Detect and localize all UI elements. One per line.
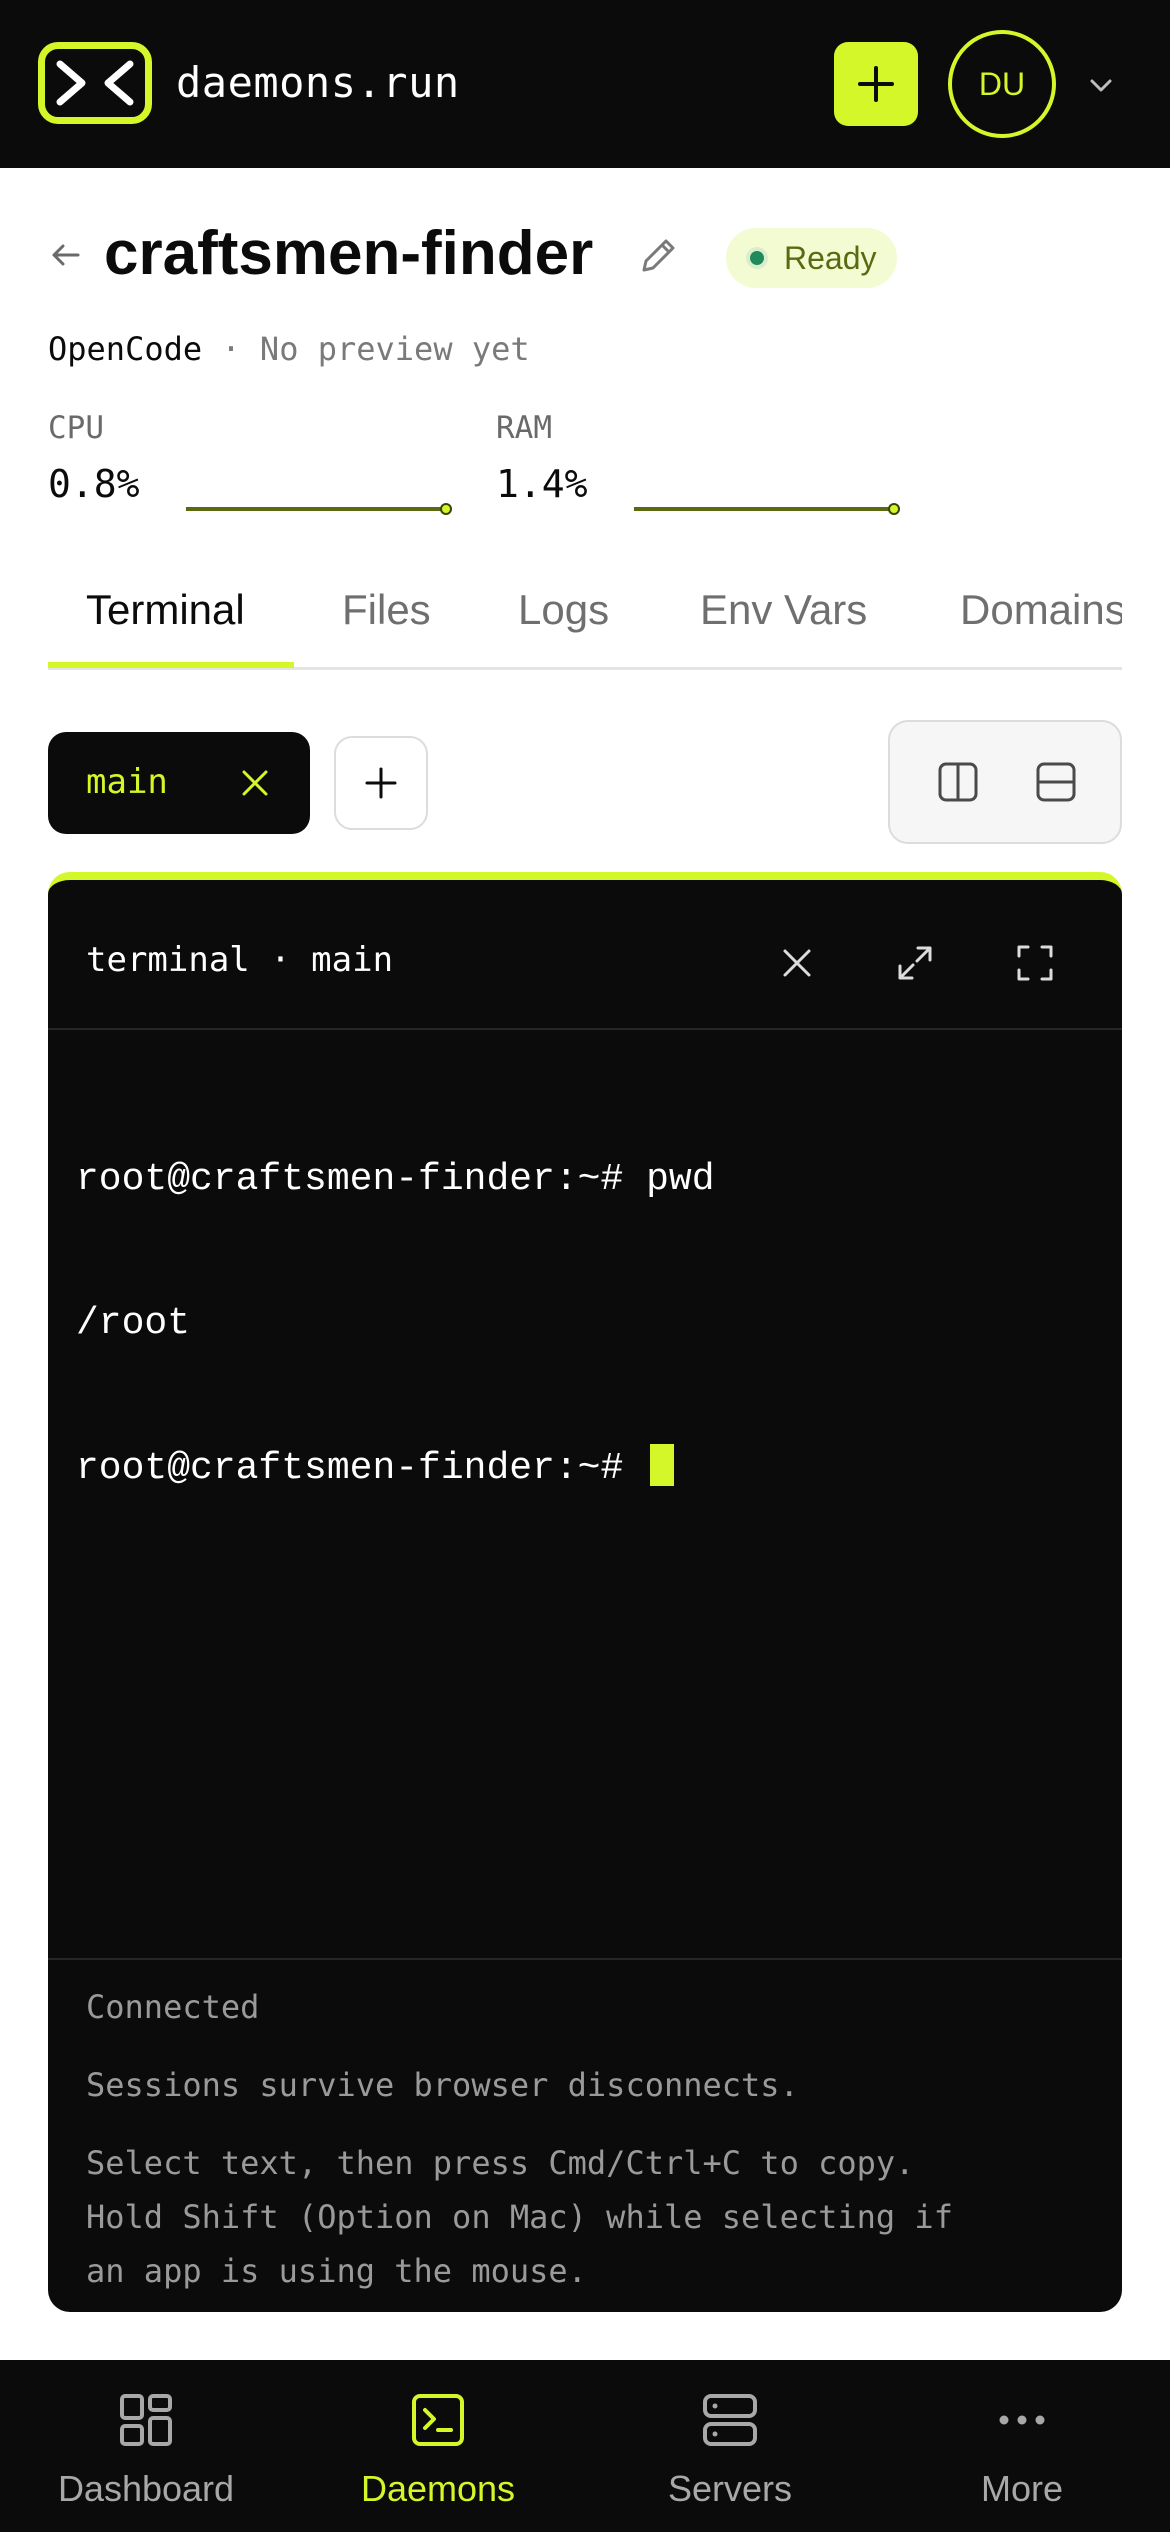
daemon-name: craftsmen-finder — [104, 219, 594, 288]
avatar[interactable]: DU — [948, 30, 1056, 138]
tab-files[interactable]: Files — [342, 586, 431, 634]
copy-hint-line: Hold Shift (Option on Mac) while selecti… — [86, 2198, 953, 2236]
terminal-title: terminal · main — [86, 940, 394, 980]
nav-dashboard[interactable]: Dashboard — [0, 2360, 292, 2532]
active-tab-indicator — [48, 662, 294, 668]
nav-servers[interactable]: Servers — [584, 2360, 876, 2532]
dashboard-grid-icon — [120, 2394, 172, 2446]
close-icon[interactable] — [776, 942, 818, 984]
status-badge: Ready — [726, 228, 897, 288]
connection-status: Connected — [86, 1988, 260, 2026]
terminal-prompt: root@craftsmen-finder:~# — [76, 1447, 647, 1490]
back-arrow-icon[interactable] — [48, 238, 82, 272]
plus-icon — [365, 767, 397, 799]
terminal-cursor — [650, 1444, 675, 1486]
terminal-prompt-line: root@craftsmen-finder:~# — [76, 1444, 715, 1492]
ram-label: RAM — [496, 410, 552, 446]
bottom-nav: Dashboard Daemons Servers More — [0, 2360, 1170, 2532]
terminal-footer: Connected Sessions survive browser disco… — [48, 1958, 1122, 2312]
daemon-meta: OpenCode · No preview yet — [48, 330, 530, 368]
tab-env-vars[interactable]: Env Vars — [700, 586, 867, 634]
copy-hint-line: an app is using the mouse. — [86, 2252, 587, 2290]
nav-label: Servers — [667, 2468, 793, 2509]
terminal-line: root@craftsmen-finder:~# pwd — [76, 1158, 715, 1201]
status-dot — [746, 247, 768, 269]
split-horizontal-icon — [1036, 762, 1076, 802]
split-vertical-icon — [938, 762, 978, 802]
terminal-line: /root — [76, 1302, 191, 1345]
plus-icon — [858, 66, 894, 102]
chevron-down-icon[interactable] — [1086, 70, 1116, 100]
fullscreen-icon[interactable] — [1014, 942, 1056, 984]
agent-name: OpenCode — [48, 330, 203, 368]
nav-label: Daemons — [360, 2468, 516, 2509]
split-horizontal-button[interactable] — [1026, 752, 1086, 812]
layout-toggle-group — [888, 720, 1122, 844]
preview-status: No preview yet — [259, 330, 530, 368]
nav-label: More — [980, 2468, 1064, 2509]
status-text: Ready — [784, 239, 877, 276]
terminal-chevrons-icon[interactable] — [38, 42, 152, 124]
tab-terminal[interactable]: Terminal — [86, 586, 245, 634]
session-tab-label: main — [86, 762, 168, 802]
tab-logs[interactable]: Logs — [518, 586, 609, 634]
cpu-sparkline — [186, 503, 452, 515]
nav-daemons[interactable]: Daemons — [292, 2360, 584, 2532]
session-note: Sessions survive browser disconnects. — [86, 2066, 799, 2104]
terminal-panel[interactable]: terminal · main root@craftsmen-finder:~#… — [48, 872, 1122, 2312]
ram-value: 1.4% — [496, 462, 588, 506]
split-vertical-button[interactable] — [928, 752, 988, 812]
nav-more[interactable]: More — [876, 2360, 1168, 2532]
terminal-output[interactable]: root@craftsmen-finder:~# pwd /root root@… — [76, 1060, 715, 1588]
cpu-value: 0.8% — [48, 462, 140, 506]
close-icon[interactable] — [238, 766, 272, 800]
more-dots-icon — [999, 2415, 1045, 2425]
copy-hint-line: Select text, then press Cmd/Ctrl+C to co… — [86, 2144, 915, 2182]
ram-sparkline — [634, 503, 900, 515]
brand-name[interactable]: daemons.run — [176, 58, 460, 107]
nav-label: Dashboard — [57, 2468, 235, 2509]
tab-bar: Terminal Files Logs Env Vars Domains — [48, 572, 1122, 670]
meta-separator: · — [202, 330, 260, 368]
new-daemon-button[interactable] — [834, 42, 918, 126]
edit-pencil-icon[interactable] — [636, 234, 680, 278]
cpu-label: CPU — [48, 410, 104, 446]
add-session-button[interactable] — [334, 736, 428, 830]
terminal-header: terminal · main — [48, 880, 1122, 1030]
top-bar: daemons.run DU — [0, 0, 1170, 168]
expand-icon[interactable] — [894, 942, 936, 984]
session-tab-main[interactable]: main — [48, 732, 310, 834]
terminal-square-icon — [412, 2394, 464, 2446]
tab-domains[interactable]: Domains — [960, 586, 1122, 634]
server-icon — [703, 2394, 757, 2446]
